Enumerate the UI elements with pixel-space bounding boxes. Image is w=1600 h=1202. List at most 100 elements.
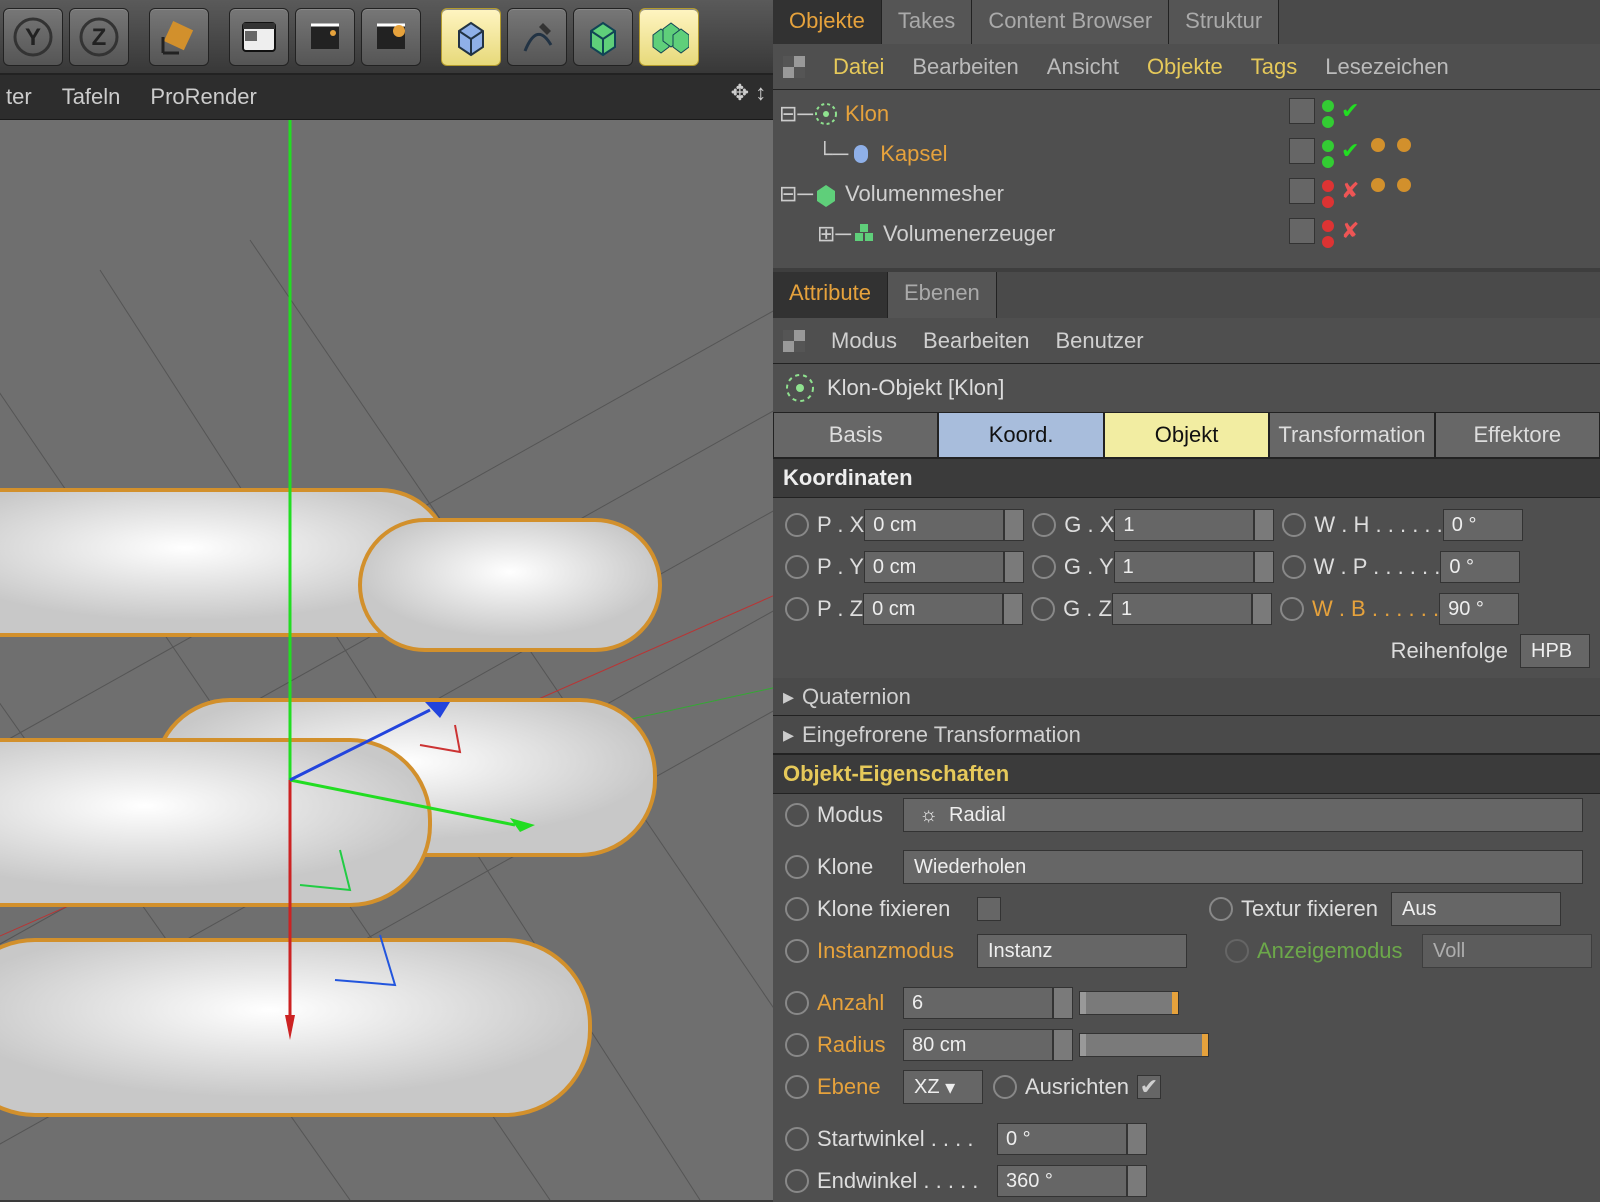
spinner[interactable] [1003,593,1023,625]
radio-klone[interactable] [785,855,809,879]
list-icon[interactable] [783,330,805,352]
klone-select[interactable]: Wiederholen [903,850,1583,884]
tab-attribute[interactable]: Attribute [773,272,888,318]
radio-radius[interactable] [785,1033,809,1057]
wp-input[interactable] [1440,551,1520,583]
klone-fix-checkbox[interactable] [977,897,1001,921]
tab-objekte-top[interactable]: Objekte [773,0,882,44]
tree-item-volumenmesher[interactable]: Volumenmesher [839,181,1600,207]
modus-select[interactable]: ☼ Radial [903,798,1583,832]
wb-input[interactable] [1439,593,1519,625]
radius-slider[interactable] [1079,1033,1209,1057]
menu-ansicht[interactable]: Ansicht [1047,54,1119,80]
radio-pz[interactable] [785,597,809,621]
radio-px[interactable] [785,513,809,537]
px-input[interactable] [864,509,1004,541]
radio-gz[interactable] [1031,597,1055,621]
radio-wp[interactable] [1282,555,1306,579]
radio-wh[interactable] [1282,513,1306,537]
viewport-menubar: ter Tafeln ProRender [0,75,827,120]
tree-item-klon[interactable]: Klon [839,101,1600,127]
render-view-button[interactable] [229,8,289,66]
menu-tags[interactable]: Tags [1251,54,1297,80]
radio-ausrichten[interactable] [993,1075,1017,1099]
primitive-cube-button[interactable] [441,8,501,66]
anzahl-label: Anzahl [817,990,903,1016]
render-picture-button[interactable] [295,8,355,66]
anzahl-input[interactable] [903,987,1053,1019]
radio-gy[interactable] [1032,555,1056,579]
textur-fix-select[interactable]: Aus [1391,892,1561,926]
viewport[interactable] [0,120,773,1200]
endwinkel-input[interactable] [997,1165,1127,1197]
menu-bearbeiten[interactable]: Bearbeiten [912,54,1018,80]
reihenfolge-select[interactable]: HPB [1520,634,1590,668]
radio-ebene[interactable] [785,1075,809,1099]
tab-struktur[interactable]: Struktur [1169,0,1279,44]
list-icon[interactable] [783,56,805,78]
spline-pen-button[interactable] [507,8,567,66]
radius-input[interactable] [903,1029,1053,1061]
subtab-effektor[interactable]: Effektore [1435,412,1600,458]
gz-input[interactable] [1112,593,1252,625]
menu-lesezeichen[interactable]: Lesezeichen [1325,54,1449,80]
tab-ebenen[interactable]: Ebenen [888,272,997,318]
ebene-select[interactable]: XZ ▾ [903,1070,983,1104]
coord-system-button[interactable] [149,8,209,66]
subtab-objekt[interactable]: Objekt [1104,412,1269,458]
startwinkel-input[interactable] [997,1123,1127,1155]
attr-menu-bearbeiten[interactable]: Bearbeiten [923,328,1029,354]
radio-textur-fix[interactable] [1209,897,1233,921]
spinner[interactable] [1127,1165,1147,1197]
axis-y-button[interactable]: Y [3,8,63,66]
radio-klone-fix[interactable] [785,897,809,921]
volume-mesh-icon [813,181,839,207]
gx-input[interactable] [1114,509,1254,541]
spinner[interactable] [1053,1029,1073,1061]
spinner[interactable] [1004,509,1024,541]
radio-instanz[interactable] [785,939,809,963]
ausrichten-checkbox[interactable]: ✔ [1137,1075,1161,1099]
collapse-eingefroren[interactable]: Eingefrorene Transformation [773,716,1600,754]
menu-item[interactable]: ProRender [150,84,256,110]
spinner[interactable] [1004,551,1024,583]
pz-input[interactable] [863,593,1003,625]
subtab-koord[interactable]: Koord. [938,412,1103,458]
spinner[interactable] [1254,509,1274,541]
axis-z-button[interactable]: Z [69,8,129,66]
subtab-basis[interactable]: Basis [773,412,938,458]
radio-endwinkel[interactable] [785,1169,809,1193]
spinner[interactable] [1254,551,1274,583]
menu-item[interactable]: Tafeln [62,84,121,110]
spinner[interactable] [1127,1123,1147,1155]
menu-item[interactable]: ter [6,84,32,110]
instanz-select[interactable]: Instanz [977,934,1187,968]
tab-content-browser[interactable]: Content Browser [972,0,1169,44]
anzahl-slider[interactable] [1079,991,1179,1015]
radio-py[interactable] [785,555,809,579]
py-input[interactable] [864,551,1004,583]
wh-input[interactable] [1443,509,1523,541]
array-button[interactable] [639,8,699,66]
radio-wb[interactable] [1280,597,1304,621]
spinner[interactable] [1053,987,1073,1019]
radio-startwinkel[interactable] [785,1127,809,1151]
spinner[interactable] [1252,593,1272,625]
subtab-transformation[interactable]: Transformation [1269,412,1434,458]
tab-takes[interactable]: Takes [882,0,972,44]
render-settings-button[interactable] [361,8,421,66]
tree-item-kapsel[interactable]: Kapsel [874,141,1600,167]
gy-input[interactable] [1114,551,1254,583]
menu-objekte[interactable]: Objekte [1147,54,1223,80]
collapse-quaternion[interactable]: Quaternion [773,678,1600,716]
attr-menu-modus[interactable]: Modus [831,328,897,354]
generator-button[interactable] [573,8,633,66]
menu-datei[interactable]: Datei [833,54,884,80]
attr-menu-benutzer[interactable]: Benutzer [1055,328,1143,354]
cloner-icon [783,371,817,405]
radio-modus[interactable] [785,803,809,827]
radio-anzahl[interactable] [785,991,809,1015]
radio-gx[interactable] [1032,513,1056,537]
object-tree[interactable]: ⊟─ Klon ✔ └─ Kapsel ✔ ⊟─ Volumenmesher ✘… [773,90,1600,268]
tree-item-volumenerzeuger[interactable]: Volumenerzeuger [877,221,1600,247]
